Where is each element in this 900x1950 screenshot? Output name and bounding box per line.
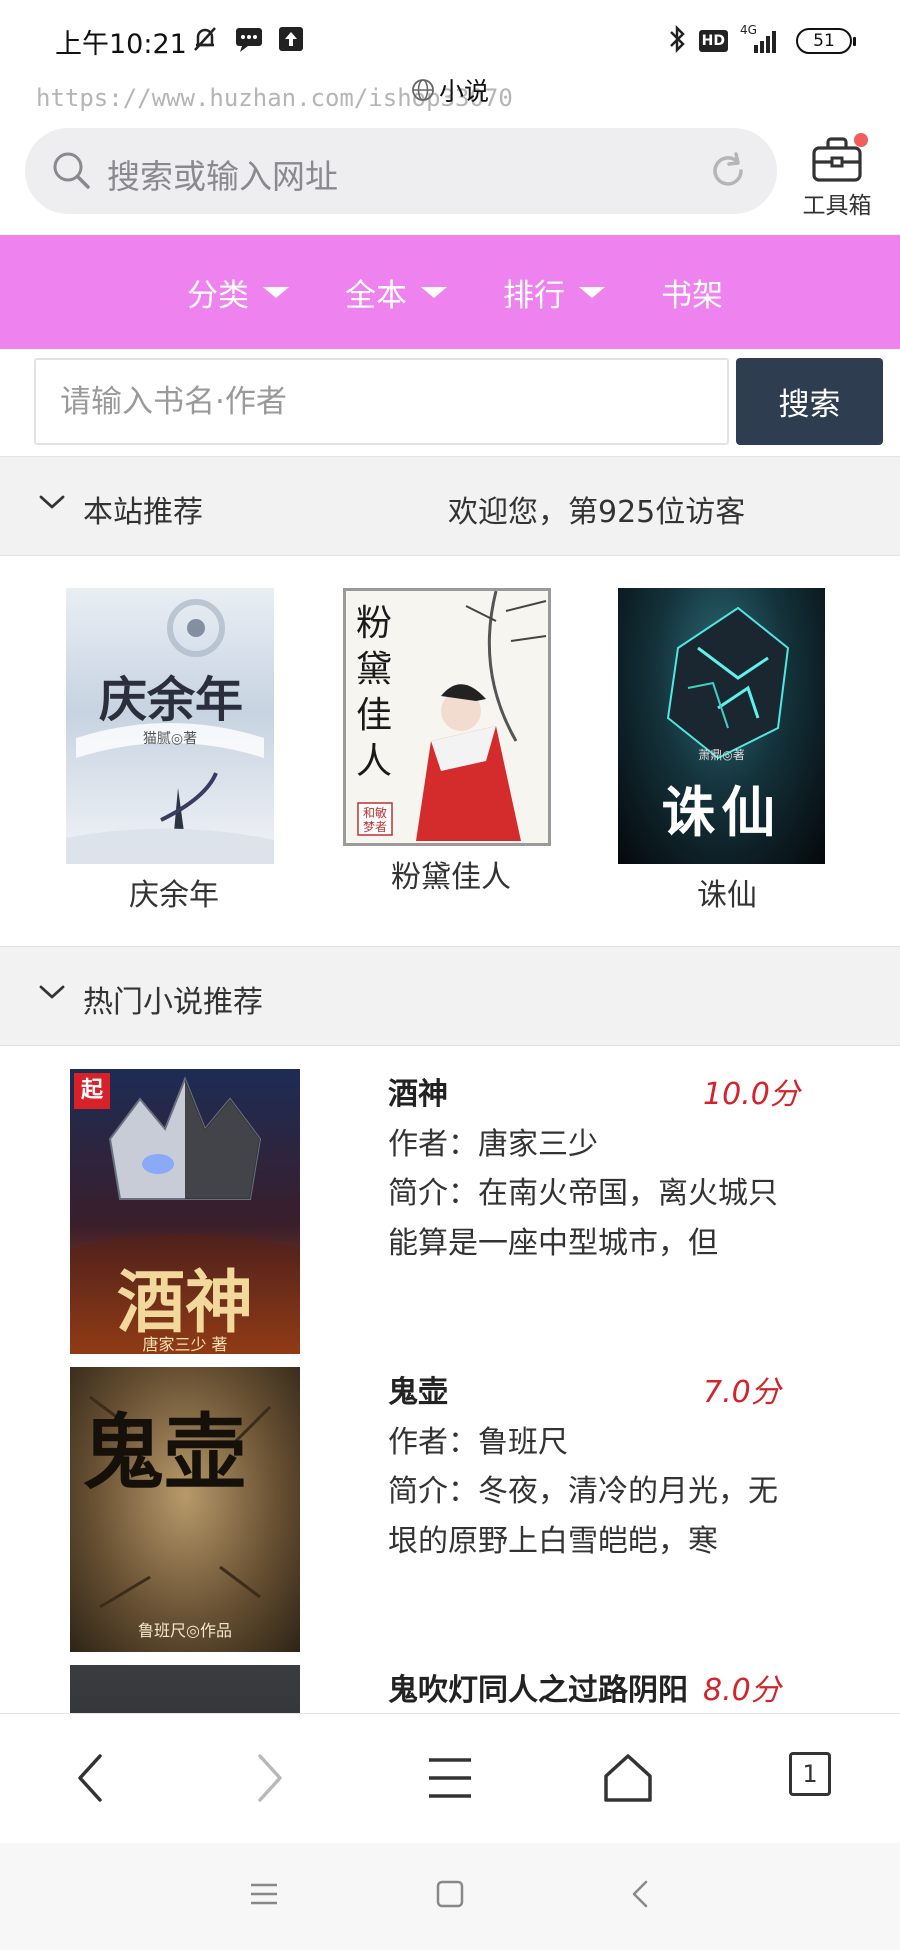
book-score: 7.0分: [703, 1375, 781, 1410]
home-icon[interactable]: [602, 1750, 654, 1810]
hd-icon: HD: [698, 30, 728, 52]
search-icon: [51, 150, 91, 194]
caret-down-icon: [579, 286, 605, 298]
cover-badge: 起: [74, 1073, 110, 1109]
book-search-input[interactable]: [36, 360, 727, 443]
cover-title-text: 庆余年: [98, 672, 243, 728]
hot-book-item[interactable]: 起 酒神 唐家三少 著 酒神 10.0分 作者：唐家三少 简介：在南火帝国，离火…: [0, 1045, 900, 1354]
book-cover[interactable]: 起 酒神 唐家三少 著: [70, 1069, 300, 1354]
nav-label: 分类: [187, 277, 249, 314]
hot-header[interactable]: 热门小说推荐: [0, 946, 900, 1046]
nav-item-complete[interactable]: 全本: [345, 270, 447, 315]
nav-item-bookshelf[interactable]: 书架: [661, 270, 723, 315]
book-score: 10.0分: [703, 1077, 800, 1112]
upload-icon: [278, 26, 304, 56]
address-bar[interactable]: 搜索或输入网址: [25, 128, 777, 214]
book-cover[interactable]: 粉黛佳人 和敏梦者: [343, 588, 551, 846]
book-title[interactable]: 庆余年: [64, 870, 284, 914]
nav-item-ranking[interactable]: 排行: [503, 270, 605, 315]
cover-author-text: 猫腻◎著: [142, 731, 198, 747]
book-intro: 简介：冬夜，清冷的月光，无垠的原野上白雪皑皑，寒: [388, 1474, 778, 1559]
back-arrow-icon[interactable]: [70, 1750, 110, 1810]
category-nav: 分类 全本 排行 书架: [0, 235, 900, 349]
mute-bell-icon: [190, 24, 220, 58]
recent-apps-icon[interactable]: [249, 1881, 279, 1911]
bluetooth-icon: [667, 24, 687, 58]
hot-book-item[interactable]: 鬼吹灯同人之过路阴阳 8.0分: [0, 1641, 900, 1713]
forward-arrow-icon[interactable]: [250, 1750, 290, 1810]
hot-title: 热门小说推荐: [83, 985, 263, 1020]
recommend-header[interactable]: 本站推荐 欢迎您，第925位访客: [0, 456, 900, 556]
status-left-icons: [190, 24, 304, 58]
cover-author-text: 和敏梦者: [362, 806, 387, 834]
caret-down-icon: [421, 286, 447, 298]
back-icon[interactable]: [630, 1879, 650, 1913]
book-search-field[interactable]: [34, 358, 729, 445]
nav-label: 全本: [345, 277, 407, 314]
book-author: 作者：唐家三少: [388, 1127, 598, 1162]
book-title[interactable]: 粉黛佳人: [341, 852, 561, 896]
nav-label: 排行: [503, 277, 565, 314]
caret-down-icon: [263, 286, 289, 298]
battery-indicator: 51: [796, 28, 856, 54]
browser-bottom-nav: 1: [0, 1713, 900, 1843]
signal-icon: 4G: [740, 23, 784, 55]
cover-author-text: 鲁班尺◎作品: [138, 1621, 232, 1640]
book-cover[interactable]: [70, 1665, 300, 1713]
hot-book-list: 起 酒神 唐家三少 著 酒神 10.0分 作者：唐家三少 简介：在南火帝国，离火…: [0, 1045, 900, 1713]
cover-title-text: 鬼壶: [82, 1405, 247, 1501]
recommend-title: 本站推荐: [83, 495, 203, 530]
system-nav-bar: [0, 1843, 900, 1950]
status-bar: 上午10:21 HD 4G 51: [0, 0, 900, 80]
toolbox-button[interactable]: 工具箱: [797, 128, 877, 219]
nav-item-category[interactable]: 分类: [187, 270, 289, 315]
address-placeholder: 搜索或输入网址: [107, 157, 338, 196]
page-title: 小说: [0, 72, 900, 108]
page-title-text: 小说: [438, 77, 489, 106]
book-cover[interactable]: 萧鼎◎著 诛仙: [618, 588, 825, 864]
toolbox-label: 工具箱: [802, 193, 872, 219]
cover-title-text: 诛仙: [661, 780, 782, 844]
book-name[interactable]: 鬼吹灯同人之过路阴阳: [388, 1665, 703, 1709]
search-button[interactable]: 搜索: [736, 358, 883, 445]
message-icon: [234, 25, 264, 57]
book-intro: 简介：在南火帝国，离火城只能算是一座中型城市，但: [388, 1176, 778, 1261]
visitor-counter: 欢迎您，第925位访客: [448, 495, 746, 530]
book-score: 8.0分: [703, 1673, 781, 1708]
tabs-button[interactable]: 1: [789, 1752, 831, 1796]
status-right-icons: HD 4G 51: [667, 23, 856, 58]
home-square-icon[interactable]: [436, 1880, 464, 1912]
chevron-down-icon: [38, 983, 66, 1005]
book-title[interactable]: 诛仙: [617, 870, 837, 914]
cover-title-text: 粉黛佳人: [355, 603, 392, 782]
cover-author-text: 萧鼎◎著: [698, 748, 745, 762]
globe-icon: [411, 78, 435, 108]
notification-dot: [854, 133, 868, 147]
book-cover[interactable]: 鬼壶 鲁班尺◎作品: [70, 1367, 300, 1652]
nav-label: 书架: [661, 277, 723, 314]
status-time: 上午10:21: [55, 29, 187, 60]
menu-icon[interactable]: [426, 1750, 474, 1810]
book-author: 作者：鲁班尺: [388, 1425, 568, 1460]
book-name[interactable]: 鬼壶: [388, 1367, 703, 1411]
refresh-icon[interactable]: [707, 150, 749, 196]
book-cover[interactable]: 庆余年 猫腻◎著: [66, 588, 274, 864]
hot-book-item[interactable]: 鬼壶 鲁班尺◎作品 鬼壶 7.0分 作者：鲁班尺 简介：冬夜，清冷的月光，无垠的…: [0, 1343, 900, 1652]
book-name[interactable]: 酒神: [388, 1069, 703, 1113]
chevron-down-icon: [38, 493, 66, 515]
